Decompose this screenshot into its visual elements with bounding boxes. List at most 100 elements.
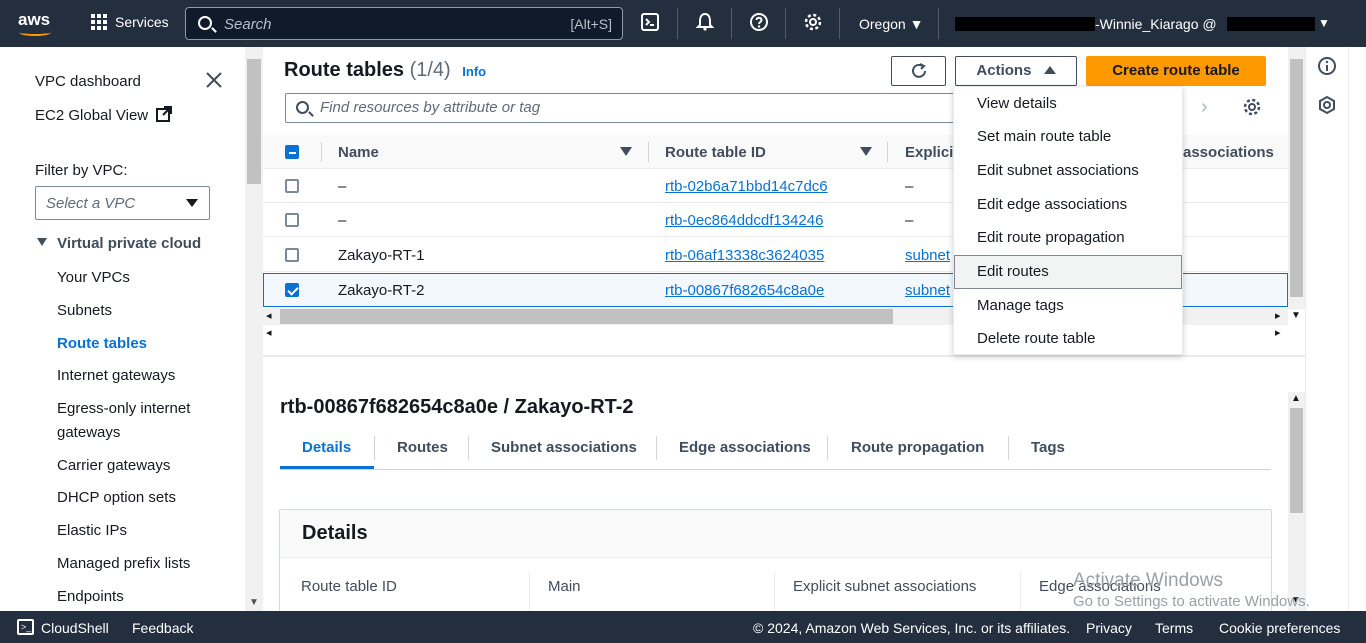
scroll-left-arrow-icon[interactable]: ◂ bbox=[266, 309, 272, 322]
resource-filter[interactable] bbox=[285, 93, 965, 123]
column-header-route-table-id[interactable]: Route table ID bbox=[665, 144, 766, 161]
menu-item-edit-routes[interactable]: Edit routes bbox=[954, 255, 1182, 289]
menu-item-delete-route-table[interactable]: Delete route table bbox=[954, 322, 1182, 356]
scrollbar-thumb[interactable] bbox=[280, 309, 893, 324]
column-header-explicit[interactable]: Explicit bbox=[905, 144, 958, 161]
scroll-right-arrow-icon[interactable]: ▸ bbox=[1275, 326, 1281, 339]
preferences-gear-icon[interactable] bbox=[1242, 97, 1262, 120]
select-all-checkbox[interactable] bbox=[285, 145, 299, 159]
scroll-down-arrow-icon[interactable]: ▼ bbox=[1291, 310, 1301, 321]
feedback-link[interactable]: Feedback bbox=[132, 620, 193, 636]
tab-routes[interactable]: Routes bbox=[397, 439, 448, 456]
scroll-up-arrow-icon[interactable]: ▲ bbox=[1291, 393, 1301, 404]
section-virtual-private-cloud[interactable]: Virtual private cloud bbox=[37, 235, 201, 252]
tab-details[interactable]: Details bbox=[302, 439, 351, 456]
actions-button[interactable]: Actions bbox=[955, 56, 1077, 86]
sidenav-scrollbar[interactable]: ▼ bbox=[245, 47, 263, 611]
sidebar-item-dhcp-option-sets[interactable]: DHCP option sets bbox=[57, 489, 176, 506]
cookie-preferences-link[interactable]: Cookie preferences bbox=[1219, 620, 1340, 636]
filter-input[interactable] bbox=[320, 99, 920, 116]
bell-icon[interactable] bbox=[694, 12, 716, 34]
close-icon[interactable] bbox=[205, 71, 223, 89]
info-link[interactable]: Info bbox=[462, 64, 486, 79]
ec2-global-view-link[interactable]: EC2 Global View bbox=[35, 106, 173, 126]
services-label: Services bbox=[115, 14, 169, 30]
actions-label: Actions bbox=[976, 62, 1032, 79]
tab-route-propagation[interactable]: Route propagation bbox=[851, 439, 984, 456]
scrollbar-thumb[interactable] bbox=[1290, 408, 1303, 513]
menu-item-edit-route-propagation[interactable]: Edit route propagation bbox=[954, 221, 1182, 255]
caret-down-icon[interactable]: ▼ bbox=[1318, 16, 1330, 30]
cell-route-table-id[interactable]: rtb-0ec864ddcdf134246 bbox=[665, 212, 823, 229]
sort-icon[interactable] bbox=[620, 147, 632, 156]
sidebar-item-internet-gateways[interactable]: Internet gateways bbox=[57, 367, 175, 384]
sidebar-item-route-tables[interactable]: Route tables bbox=[57, 335, 147, 352]
caret-down-icon bbox=[186, 199, 198, 207]
row-checkbox[interactable] bbox=[285, 213, 299, 227]
hexagon-icon[interactable] bbox=[1317, 95, 1337, 118]
page-scrollbar[interactable] bbox=[1348, 47, 1366, 611]
cell-explicit[interactable]: subnet bbox=[905, 282, 950, 299]
refresh-button[interactable] bbox=[891, 56, 946, 86]
row-checkbox[interactable] bbox=[285, 248, 299, 262]
menu-item-manage-tags[interactable]: Manage tags bbox=[954, 289, 1182, 323]
column-header-name[interactable]: Name bbox=[338, 144, 379, 161]
column-header-associations[interactable]: associations bbox=[1183, 144, 1274, 161]
tab-edge-associations[interactable]: Edge associations bbox=[679, 439, 811, 456]
cloudshell-link[interactable]: CloudShell bbox=[41, 620, 109, 636]
region-selector[interactable]: Oregon ▼ bbox=[859, 16, 923, 32]
scroll-down-arrow-icon[interactable]: ▼ bbox=[249, 597, 259, 608]
sidebar-item-carrier-gateways[interactable]: Carrier gateways bbox=[57, 457, 170, 474]
filter-by-vpc-label: Filter by VPC: bbox=[35, 162, 128, 179]
cell-name: – bbox=[338, 178, 347, 195]
scrollbar-thumb[interactable] bbox=[1290, 59, 1303, 297]
scrollbar-thumb[interactable] bbox=[247, 59, 261, 184]
sidebar-item-subnets[interactable]: Subnets bbox=[57, 302, 112, 319]
cloudshell-icon[interactable] bbox=[639, 12, 661, 34]
help-icon[interactable] bbox=[748, 12, 770, 34]
menu-item-set-main-route-table[interactable]: Set main route table bbox=[954, 120, 1182, 154]
cell-route-table-id[interactable]: rtb-06af13338c3624035 bbox=[665, 247, 824, 264]
services-menu[interactable]: Services bbox=[91, 14, 169, 30]
account-menu[interactable]: -Winnie_Kiarago @ bbox=[955, 16, 1315, 32]
info-circle-icon[interactable] bbox=[1317, 56, 1337, 79]
copyright-text: © 2024, Amazon Web Services, Inc. or its… bbox=[753, 620, 1071, 636]
details-vertical-scrollbar[interactable]: ▲ ▼ bbox=[1288, 392, 1305, 611]
vpc-dashboard-link[interactable]: VPC dashboard bbox=[35, 73, 141, 90]
actions-dropdown-menu: View details Set main route table Edit s… bbox=[953, 86, 1183, 355]
menu-item-edit-subnet-associations[interactable]: Edit subnet associations bbox=[954, 154, 1182, 188]
settings-icon[interactable] bbox=[802, 12, 824, 34]
privacy-link[interactable]: Privacy bbox=[1086, 620, 1132, 636]
sidebar-item-endpoints[interactable]: Endpoints bbox=[57, 588, 124, 605]
cell-route-table-id[interactable]: rtb-00867f682654c8a0e bbox=[665, 282, 824, 299]
sort-icon[interactable] bbox=[860, 147, 872, 156]
sidebar-item-egress-only-line2[interactable]: gateways bbox=[57, 424, 120, 441]
row-checkbox[interactable] bbox=[285, 179, 299, 193]
sidebar-item-your-vpcs[interactable]: Your VPCs bbox=[57, 269, 130, 286]
aws-logo[interactable]: aws bbox=[18, 10, 50, 30]
cell-explicit[interactable]: subnet bbox=[905, 247, 950, 264]
search-box[interactable]: [Alt+S] bbox=[185, 7, 623, 40]
scroll-left-arrow-icon[interactable]: ◂ bbox=[266, 326, 272, 339]
tab-subnet-associations[interactable]: Subnet associations bbox=[491, 439, 637, 456]
row-checkbox[interactable] bbox=[285, 283, 299, 297]
sidebar-item-managed-prefix-lists[interactable]: Managed prefix lists bbox=[57, 555, 190, 572]
table-vertical-scrollbar[interactable]: ▼ bbox=[1288, 47, 1305, 321]
menu-item-view-details[interactable]: View details bbox=[954, 87, 1182, 121]
chevron-right-icon[interactable]: › bbox=[1201, 96, 1208, 119]
cell-name: Zakayo-RT-1 bbox=[338, 247, 425, 264]
cloudshell-icon[interactable]: >_ bbox=[17, 619, 34, 635]
create-route-table-button[interactable]: Create route table bbox=[1086, 56, 1266, 86]
search-icon bbox=[296, 101, 309, 114]
sidebar-item-elastic-ips[interactable]: Elastic IPs bbox=[57, 522, 127, 539]
top-navigation: aws Services [Alt+S] Oregon ▼ -Winnie_Ki… bbox=[0, 0, 1366, 47]
ec2-global-view-label: EC2 Global View bbox=[35, 107, 149, 124]
tab-tags[interactable]: Tags bbox=[1031, 439, 1065, 456]
terms-link[interactable]: Terms bbox=[1155, 620, 1193, 636]
search-input[interactable] bbox=[224, 14, 544, 34]
vpc-filter-select[interactable]: Select a VPC bbox=[35, 186, 210, 220]
cell-route-table-id[interactable]: rtb-02b6a71bbd14c7dc6 bbox=[665, 178, 828, 195]
sidebar-item-egress-only[interactable]: Egress-only internet bbox=[57, 400, 190, 417]
menu-item-edit-edge-associations[interactable]: Edit edge associations bbox=[954, 188, 1182, 222]
scroll-right-arrow-icon[interactable]: ▸ bbox=[1275, 309, 1281, 322]
